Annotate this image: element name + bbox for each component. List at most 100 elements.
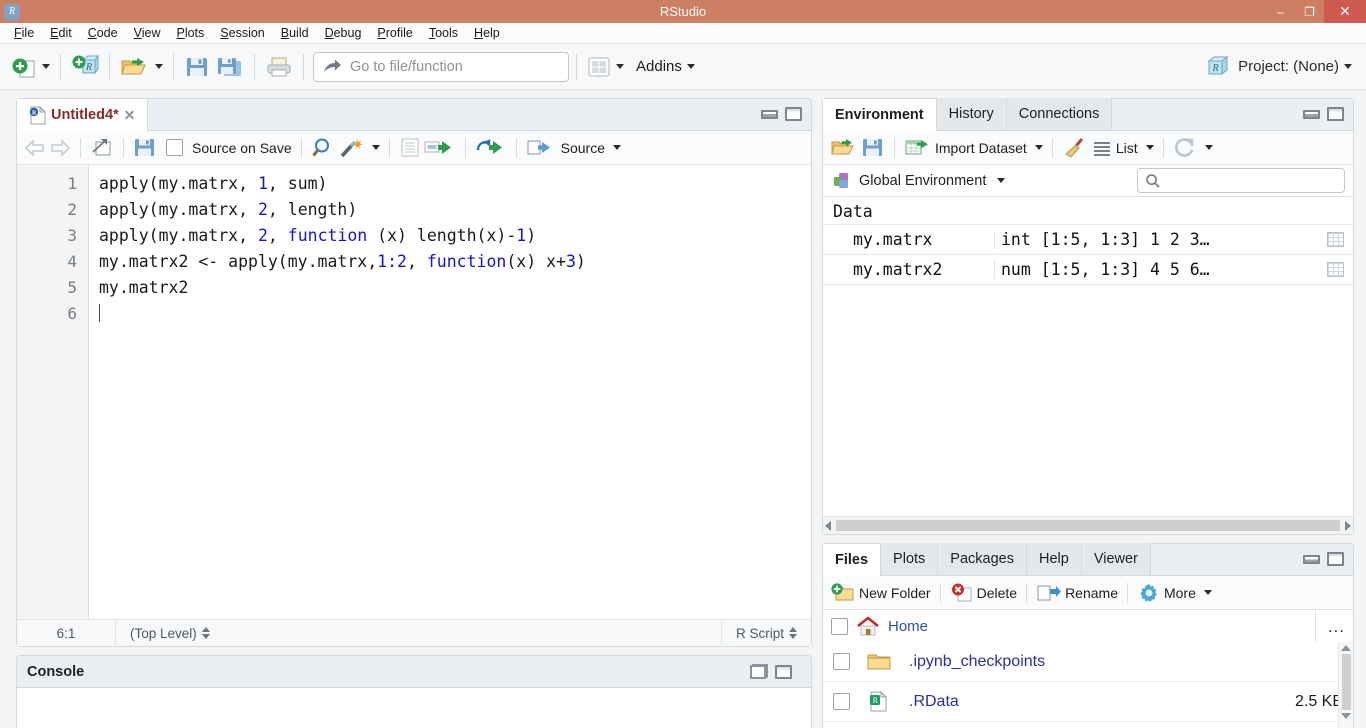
file-checkbox[interactable] bbox=[832, 693, 850, 710]
refresh-caret[interactable] bbox=[1204, 145, 1213, 150]
compile-report-icon[interactable] bbox=[399, 137, 421, 158]
environment-row[interactable]: my.matrx2 num [1:5, 1:3] 4 5 6… bbox=[823, 255, 1353, 285]
import-dataset-icon[interactable] bbox=[904, 137, 932, 159]
rerun-icon[interactable] bbox=[475, 137, 507, 158]
scroll-left-icon[interactable] bbox=[825, 520, 831, 531]
minimize-icon[interactable] bbox=[1303, 109, 1320, 119]
menu-item-help[interactable]: Help bbox=[466, 23, 508, 44]
clear-workspace-broom-icon[interactable] bbox=[1062, 137, 1088, 159]
menu-item-session[interactable]: Session bbox=[212, 23, 272, 44]
print-button[interactable] bbox=[262, 48, 296, 86]
menu-item-edit[interactable]: Edit bbox=[42, 23, 80, 44]
view-data-grid-icon[interactable] bbox=[1327, 232, 1344, 247]
editor-code-content[interactable]: apply(my.matrx, 1, sum) apply(my.matrx, 2… bbox=[89, 165, 811, 619]
refresh-icon[interactable] bbox=[1173, 137, 1197, 159]
menu-item-build[interactable]: Build bbox=[273, 23, 317, 44]
maximize-icon[interactable] bbox=[785, 107, 802, 121]
addins-dropdown-caret[interactable] bbox=[686, 64, 695, 69]
project-button[interactable]: R Project: (None) bbox=[1204, 55, 1358, 79]
magnifier-icon[interactable] bbox=[311, 137, 335, 159]
tab-viewer[interactable]: Viewer bbox=[1081, 543, 1151, 575]
files-vertical-scrollbar[interactable] bbox=[1338, 642, 1353, 728]
tab-files[interactable]: Files bbox=[823, 544, 882, 576]
close-icon[interactable]: ✕ bbox=[124, 107, 136, 124]
file-row[interactable]: .ipynb_checkpoints bbox=[823, 642, 1353, 682]
import-dataset-caret[interactable] bbox=[1034, 145, 1043, 150]
menu-item-debug[interactable]: Debug bbox=[317, 23, 370, 44]
pane-layout-button[interactable] bbox=[584, 48, 627, 86]
file-type-updown-icon[interactable] bbox=[789, 627, 797, 639]
minimize-icon[interactable] bbox=[761, 109, 778, 119]
maximize-icon[interactable] bbox=[1327, 107, 1344, 121]
global-environment-caret[interactable] bbox=[997, 178, 1006, 183]
pane-layout-dropdown-caret[interactable] bbox=[616, 64, 624, 69]
environment-search-input[interactable] bbox=[1137, 168, 1345, 193]
home-breadcrumb[interactable]: Home bbox=[888, 618, 928, 635]
file-row[interactable]: R .RData 2.5 KB bbox=[823, 682, 1353, 722]
scroll-right-icon[interactable] bbox=[1345, 520, 1351, 531]
minimize-icon[interactable] bbox=[1303, 554, 1320, 564]
scroll-down-icon[interactable] bbox=[1341, 713, 1351, 719]
file-type-selector[interactable]: R Script bbox=[722, 620, 811, 647]
source-button-label[interactable]: Source bbox=[561, 140, 605, 156]
show-in-new-window-icon[interactable] bbox=[90, 137, 114, 158]
scroll-up-icon[interactable] bbox=[1341, 645, 1351, 651]
code-line[interactable]: apply(my.matrx, 1, sum) bbox=[99, 171, 811, 197]
tab-connections[interactable]: Connections bbox=[1006, 98, 1113, 130]
tab-help[interactable]: Help bbox=[1026, 543, 1082, 575]
delete-icon[interactable] bbox=[950, 582, 974, 604]
more-label[interactable]: More bbox=[1164, 585, 1196, 601]
file-name[interactable]: .RData bbox=[899, 693, 1263, 711]
new-project-button[interactable]: R bbox=[68, 48, 102, 86]
back-arrow-icon[interactable] bbox=[24, 138, 46, 158]
list-view-label[interactable]: List bbox=[1116, 140, 1138, 156]
scope-selector[interactable]: (Top Level) bbox=[116, 620, 224, 647]
new-folder-icon[interactable] bbox=[830, 582, 856, 604]
save-button[interactable] bbox=[181, 48, 213, 86]
more-dropdown-caret[interactable] bbox=[1203, 590, 1212, 595]
new-folder-label[interactable]: New Folder bbox=[859, 585, 931, 601]
environment-horizontal-scrollbar[interactable] bbox=[823, 516, 1353, 534]
source-dropdown-caret[interactable] bbox=[612, 145, 621, 150]
project-dropdown-caret[interactable] bbox=[1344, 64, 1352, 69]
new-file-button[interactable] bbox=[8, 48, 53, 86]
code-line[interactable]: apply(my.matrx, 2, length) bbox=[99, 197, 811, 223]
code-editor[interactable]: 123456 apply(my.matrx, 1, sum) apply(my.m… bbox=[17, 165, 811, 619]
menu-item-plots[interactable]: Plots bbox=[168, 23, 212, 44]
open-workspace-icon[interactable] bbox=[830, 137, 858, 159]
menu-item-code[interactable]: Code bbox=[80, 23, 126, 44]
list-view-caret[interactable] bbox=[1145, 145, 1154, 150]
code-line[interactable]: my.matrx2 <- apply(my.matrx,1:2, functio… bbox=[99, 249, 811, 275]
select-all-checkbox[interactable] bbox=[831, 618, 848, 635]
rename-icon[interactable] bbox=[1036, 582, 1062, 604]
restore-icon[interactable] bbox=[750, 664, 768, 679]
menu-item-view[interactable]: View bbox=[126, 23, 169, 44]
tab-packages[interactable]: Packages bbox=[938, 543, 1027, 575]
tab-environment[interactable]: Environment bbox=[823, 99, 937, 131]
maximize-icon[interactable] bbox=[1327, 552, 1344, 566]
code-line[interactable] bbox=[99, 301, 811, 327]
code-tools-wand-icon[interactable] bbox=[338, 137, 364, 159]
environment-row[interactable]: my.matrx int [1:5, 1:3] 1 2 3… bbox=[823, 225, 1353, 255]
source-button-icon[interactable] bbox=[526, 137, 556, 158]
save-workspace-icon[interactable] bbox=[861, 137, 885, 159]
gear-icon[interactable] bbox=[1137, 582, 1161, 604]
menu-item-file[interactable]: File bbox=[6, 23, 42, 44]
window-minimize-button[interactable]: – bbox=[1266, 0, 1295, 23]
import-dataset-label[interactable]: Import Dataset bbox=[935, 140, 1027, 156]
scrollbar-thumb[interactable] bbox=[1341, 654, 1351, 710]
save-all-button[interactable] bbox=[213, 48, 247, 86]
view-data-grid-icon[interactable] bbox=[1327, 262, 1344, 277]
source-on-save-checkbox[interactable] bbox=[166, 139, 183, 156]
scrollbar-thumb[interactable] bbox=[836, 520, 1340, 531]
window-maximize-button[interactable]: ❐ bbox=[1295, 0, 1324, 23]
rename-label[interactable]: Rename bbox=[1065, 585, 1118, 601]
window-close-button[interactable]: ✕ bbox=[1324, 0, 1366, 23]
save-icon[interactable] bbox=[133, 137, 157, 159]
files-overflow-button[interactable]: ... bbox=[1314, 609, 1345, 644]
addins-button[interactable]: Addins bbox=[627, 48, 698, 86]
run-line-icon[interactable] bbox=[424, 137, 456, 158]
tab-plots[interactable]: Plots bbox=[881, 543, 939, 575]
maximize-icon[interactable] bbox=[775, 664, 792, 679]
open-file-button[interactable] bbox=[117, 48, 166, 86]
